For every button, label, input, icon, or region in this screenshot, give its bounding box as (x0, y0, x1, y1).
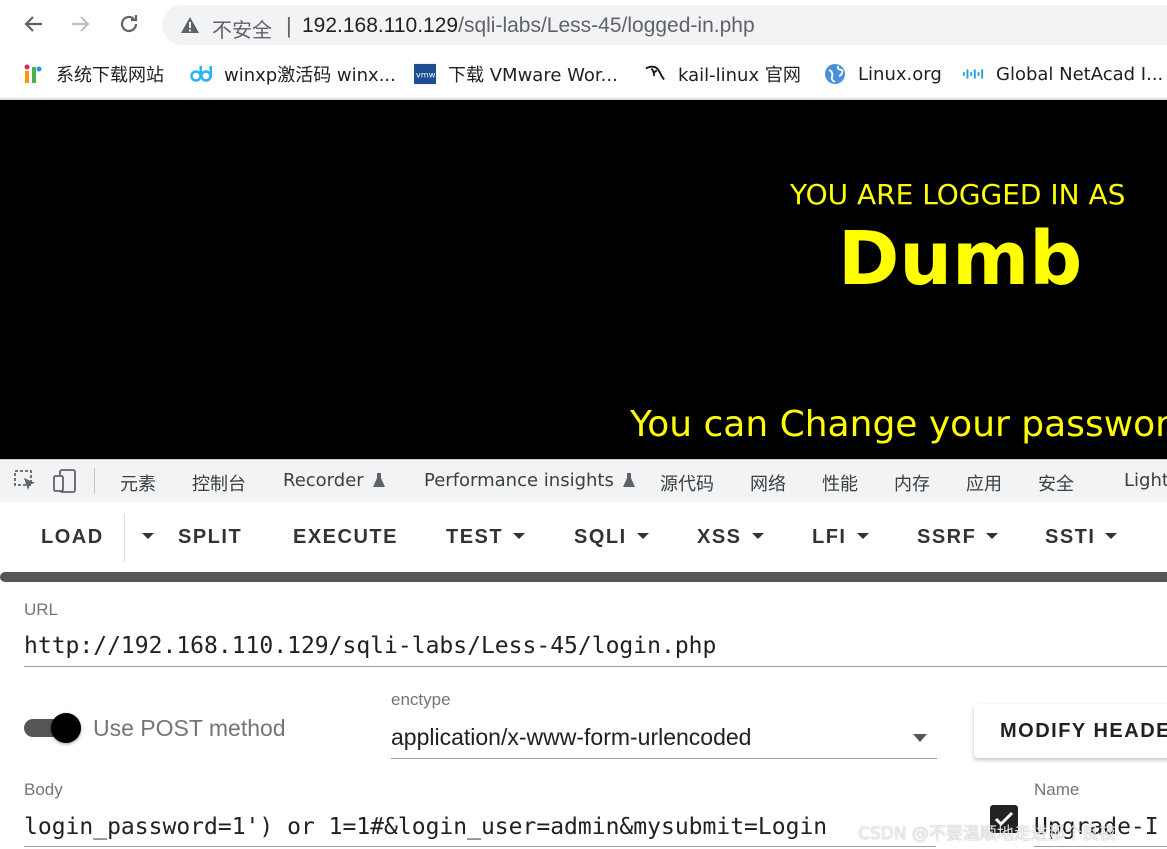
device-toolbar-icon[interactable] (53, 469, 77, 498)
tab-console[interactable]: 控制台 (192, 470, 246, 496)
xss-menu-label: XSS (697, 526, 742, 548)
inspect-element-icon[interactable] (14, 470, 38, 497)
ssrf-menu-label: SSRF (917, 526, 977, 548)
tab-sources[interactable]: 源代码 (660, 470, 714, 496)
bookmark-2[interactable]: winxp激活码 winx... (190, 60, 396, 88)
forward-arrow-icon (72, 16, 90, 32)
ssti-menu-label: SSTI (1045, 526, 1096, 548)
load-split-divider (124, 514, 125, 562)
sqli-menu-label: SQLI (574, 526, 627, 548)
bookmark-label: 系统下载网站 (56, 65, 164, 86)
tab-network[interactable]: 网络 (750, 470, 786, 496)
xss-menu-button[interactable]: XSS (697, 526, 764, 549)
bookmark-4[interactable]: kail-linux 官网 (644, 60, 801, 88)
bookmark-label: Linux.org (858, 63, 942, 85)
sqli-menu-button[interactable]: SQLI (574, 526, 649, 549)
lfi-menu-button[interactable]: LFI (812, 526, 869, 549)
modify-header-label: MODIFY HEADE (1000, 720, 1167, 742)
tab-elements[interactable]: 元素 (120, 470, 156, 496)
toolbar-divider (0, 572, 1167, 582)
cisco-logo-icon (962, 63, 984, 85)
post-method-label: Use POST method (93, 715, 286, 741)
test-menu-button[interactable]: TEST (446, 526, 526, 549)
bookmark-label: kail-linux 官网 (678, 65, 801, 86)
watermark: CSDN @不要温顺地走进那个良夜 (858, 824, 1116, 844)
omnibox[interactable]: 不安全 | 192.168.110.129/sqli-labs/Less-45/… (162, 5, 1167, 45)
url-host: 192.168.110.129 (302, 14, 459, 37)
bookmark-6[interactable]: Global NetAcad I... (962, 60, 1163, 88)
ssti-menu-button[interactable]: SSTI (1045, 526, 1118, 549)
bookmark-label: 下载 VMware Wor... (448, 65, 618, 86)
enctype-label: enctype (391, 690, 451, 709)
back-button[interactable] (18, 9, 48, 39)
post-method-toggle[interactable] (24, 713, 81, 743)
address-bar-row: 不安全 | 192.168.110.129/sqli-labs/Less-45/… (0, 0, 1167, 50)
svg-text:vmw: vmw (416, 70, 436, 80)
reload-icon (120, 15, 138, 33)
load-dropdown-button[interactable] (132, 526, 154, 549)
modify-header-button[interactable]: MODIFY HEADE (974, 704, 1167, 758)
url-separator: | (286, 13, 292, 38)
bookmarks-bar: 系统下载网站 winxp激活码 winx... vmw 下载 VMware Wo… (0, 50, 1167, 100)
bookmark-5[interactable]: Linux.org (824, 60, 942, 88)
bookmark-label: winxp激活码 winx... (224, 65, 396, 86)
dd-logo-icon (190, 63, 212, 85)
enctype-select[interactable]: application/x-www-form-urlencoded (391, 722, 937, 759)
caret-down-icon (913, 734, 927, 742)
tab-application[interactable]: 应用 (966, 470, 1002, 496)
toggle-thumb (51, 713, 81, 743)
warning-icon (181, 17, 199, 33)
caret-down-icon (856, 532, 869, 539)
tab-recorder-label: Recorder (283, 470, 364, 491)
url-field-label: URL (24, 600, 59, 619)
tab-divider (94, 468, 95, 494)
forward-button[interactable] (66, 9, 96, 39)
tab-security[interactable]: 安全 (1038, 470, 1074, 496)
colorful-i-logo-icon (22, 63, 44, 85)
tab-performance[interactable]: 性能 (822, 470, 858, 496)
load-button[interactable]: LOAD (41, 526, 104, 549)
enctype-value: application/x-www-form-urlencoded (391, 724, 752, 750)
body-field-label: Body (24, 780, 63, 799)
username-display: Dumb (838, 216, 1083, 302)
bookmark-3[interactable]: vmw 下载 VMware Wor... (414, 60, 618, 88)
page-content: YOU ARE LOGGED IN AS Dumb You can Change… (0, 100, 1167, 459)
insecure-label[interactable]: 不安全 (212, 14, 272, 43)
caret-down-icon (751, 532, 764, 539)
change-password-text: You can Change your password (630, 404, 1167, 445)
caret-down-icon (636, 532, 649, 539)
globe-icon (824, 63, 846, 85)
devtools-tab-bar: 元素 控制台 Recorder Performance insights 源代码… (0, 459, 1167, 503)
tab-memory[interactable]: 内存 (894, 470, 930, 496)
url-text[interactable]: 192.168.110.129/sqli-labs/Less-45/logged… (302, 14, 755, 38)
tab-performance-insights-label: Performance insights (424, 470, 614, 491)
lfi-menu-label: LFI (812, 526, 847, 548)
header-name-label: Name (1034, 780, 1080, 799)
body-input[interactable]: login_password=1') or 1=1#&login_user=ad… (24, 814, 936, 847)
caret-down-icon (1105, 532, 1118, 539)
kali-dragon-icon (644, 63, 666, 85)
ssrf-menu-button[interactable]: SSRF (917, 526, 999, 549)
tab-performance-insights[interactable]: Performance insights (424, 470, 636, 491)
vmware-logo-icon: vmw (414, 63, 436, 85)
bookmark-label: Global NetAcad I... (996, 63, 1164, 85)
caret-down-icon (513, 532, 526, 539)
split-button[interactable]: SPLIT (178, 526, 242, 549)
tab-lighthouse[interactable]: Lighth (1124, 470, 1167, 491)
execute-button[interactable]: EXECUTE (293, 526, 398, 549)
url-path: /sqli-labs/Less-45/logged-in.php (458, 14, 755, 37)
test-menu-label: TEST (446, 526, 504, 548)
caret-down-icon (142, 532, 154, 539)
reload-button[interactable] (114, 9, 144, 39)
tab-recorder[interactable]: Recorder (283, 470, 386, 491)
caret-down-icon (986, 532, 999, 539)
bookmark-1[interactable]: 系统下载网站 (22, 60, 164, 88)
flask-icon (372, 473, 385, 487)
back-arrow-icon (24, 16, 42, 32)
hackbar-toolbar: LOAD SPLIT EXECUTE TEST SQLI XSS LFI SSR… (0, 502, 1167, 574)
flask-icon (622, 473, 635, 487)
logged-in-as-heading: YOU ARE LOGGED IN AS (790, 178, 1126, 211)
url-input[interactable]: http://192.168.110.129/sqli-labs/Less-45… (24, 633, 1167, 667)
